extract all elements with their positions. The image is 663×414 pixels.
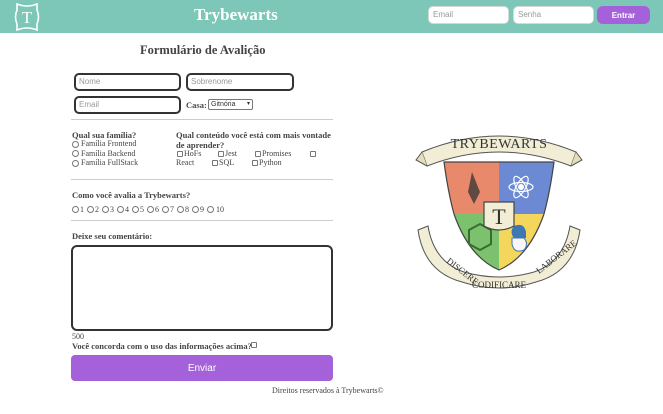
divider: [71, 220, 333, 221]
trybewarts-logo-icon: T: [14, 2, 40, 32]
agreement-label: Você concorda com o uso das informações …: [72, 341, 252, 351]
content-checkbox[interactable]: [218, 151, 224, 157]
content-checkbox[interactable]: [212, 160, 218, 166]
divider: [71, 119, 333, 120]
comment-textarea[interactable]: [71, 245, 333, 331]
rate-radio[interactable]: [207, 206, 214, 213]
content-option: HoFs: [184, 149, 202, 158]
rate-option: 2: [95, 205, 99, 214]
rate-option: 10: [216, 205, 224, 214]
agreement-checkbox[interactable]: [251, 342, 257, 348]
rate-radio[interactable]: [162, 206, 169, 213]
content-checkbox[interactable]: [310, 151, 316, 157]
content-option: Python: [259, 158, 282, 167]
rate-option: 5: [140, 205, 144, 214]
brand-title: Trybewarts: [194, 5, 278, 24]
login-button[interactable]: Entrar: [597, 6, 650, 24]
name-input[interactable]: Nome: [74, 73, 181, 91]
rate-option: 3: [110, 205, 114, 214]
family-radio[interactable]: [72, 160, 79, 167]
house-select[interactable]: Gitnória ▾: [208, 99, 253, 110]
rate-radio[interactable]: [72, 206, 79, 213]
footer-text: Direitos reservados à Trybewarts©: [272, 386, 384, 395]
lastname-input[interactable]: Sobrenome: [186, 73, 294, 91]
comment-label: Deixe seu comentário:: [72, 231, 153, 241]
family-option: Família Frontend: [81, 139, 137, 148]
rate-option: 4: [125, 205, 129, 214]
form-title: Formulário de Avalição: [140, 43, 266, 57]
motto-center: CODIFICARE: [472, 280, 527, 290]
content-checkbox[interactable]: [177, 151, 183, 157]
content-option: React: [176, 158, 195, 167]
rate-option: 6: [155, 205, 159, 214]
content-checkbox[interactable]: [255, 151, 261, 157]
content-option: Promises: [262, 149, 292, 158]
content-label: Qual conteúdo você está com mais vontade: [176, 130, 331, 140]
content-option: Jest: [225, 149, 237, 158]
crest-banner-text: TRYBEWARTS: [451, 137, 548, 152]
house-label: Casa:: [186, 100, 207, 110]
submit-button[interactable]: Enviar: [71, 355, 333, 381]
rate-radio[interactable]: [87, 206, 94, 213]
rate-option: 1: [80, 205, 84, 214]
rate-option: 9: [200, 205, 204, 214]
react-icon: [518, 184, 524, 190]
char-counter: 500: [72, 332, 84, 341]
family-radio[interactable]: [72, 150, 79, 157]
family-option: Família FullStack: [81, 158, 139, 167]
rate-radio[interactable]: [132, 206, 139, 213]
chevron-down-icon: ▾: [246, 101, 250, 107]
login-password-input[interactable]: Senha: [513, 6, 594, 24]
trybewarts-crest: TRYBEWARTS T DISCERE CODIFICARE LABORARE: [415, 135, 583, 290]
rate-option: 7: [170, 205, 174, 214]
rate-label: Como você avalia a Trybewarts?: [72, 190, 191, 200]
content-checkbox[interactable]: [252, 160, 258, 166]
login-email-input[interactable]: Email: [428, 6, 509, 24]
email-input[interactable]: Email: [74, 96, 181, 114]
family-option: Família Backend: [81, 149, 136, 158]
rate-option: 8: [185, 205, 189, 214]
logo-letter: T: [22, 8, 33, 27]
rate-radio[interactable]: [117, 206, 124, 213]
rate-radio[interactable]: [147, 206, 154, 213]
rate-radio[interactable]: [177, 206, 184, 213]
content-option: SQL: [219, 158, 235, 167]
family-radio[interactable]: [72, 141, 79, 148]
house-selected-value: Gitnória: [211, 101, 236, 108]
divider: [71, 179, 333, 180]
rate-radio[interactable]: [102, 206, 109, 213]
rate-radio[interactable]: [192, 206, 199, 213]
crest-center-letter: T: [492, 204, 506, 229]
